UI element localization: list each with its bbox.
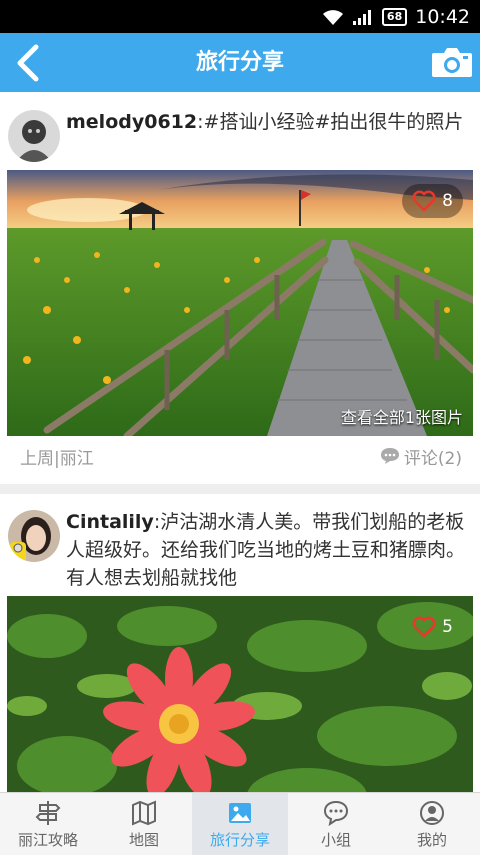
post-photo[interactable]: 8 查看全部1张图片 bbox=[7, 170, 473, 436]
wifi-icon bbox=[322, 9, 343, 25]
app-bar: 旅行分享 bbox=[0, 33, 480, 92]
user-profile-icon bbox=[420, 800, 444, 825]
post-photo[interactable]: 5 bbox=[7, 596, 473, 792]
signal-icon bbox=[352, 9, 371, 25]
tab-label: 地图 bbox=[128, 830, 159, 849]
post-card[interactable]: Cintalily:泸沽湖水清人美。带我们划船的老板人超级好。还给我们吃当地的烤… bbox=[0, 494, 480, 792]
like-count: 5 bbox=[442, 617, 453, 637]
tab-label: 我的 bbox=[416, 830, 447, 849]
feed[interactable]: melody0612:#搭讪小经验#拍出很牛的照片 8 查看全部1张图片 上周|… bbox=[0, 92, 480, 792]
heart-icon bbox=[412, 190, 436, 212]
status-bar: 68 10:42 bbox=[0, 0, 480, 33]
post-text: melody0612:#搭讪小经验#拍出很牛的照片 bbox=[66, 108, 466, 136]
view-all-photos-link[interactable]: 查看全部1张图片 bbox=[341, 404, 463, 428]
bottom-tab-bar: 丽江攻略 地图 旅行分享 小组 我的 bbox=[0, 792, 480, 855]
comment-bubble-icon bbox=[380, 448, 399, 464]
post-time-location: 上周|丽江 bbox=[20, 448, 94, 469]
tab-group[interactable]: 小组 bbox=[288, 793, 384, 855]
tab-travel-share[interactable]: 旅行分享 bbox=[192, 793, 288, 855]
tab-me[interactable]: 我的 bbox=[384, 793, 480, 855]
like-button[interactable]: 5 bbox=[402, 610, 463, 644]
avatar[interactable] bbox=[8, 110, 60, 162]
tab-label: 丽江攻略 bbox=[17, 830, 78, 849]
camera-icon[interactable] bbox=[430, 45, 474, 79]
like-count: 8 bbox=[442, 191, 453, 211]
username[interactable]: melody0612 bbox=[66, 111, 197, 133]
clock: 10:42 bbox=[415, 5, 470, 28]
photo-icon bbox=[229, 802, 251, 823]
page-title: 旅行分享 bbox=[195, 50, 284, 75]
tab-map[interactable]: 地图 bbox=[96, 793, 192, 855]
username[interactable]: Cintalily bbox=[66, 511, 154, 533]
like-button[interactable]: 8 bbox=[402, 184, 463, 218]
heart-icon bbox=[412, 616, 436, 638]
battery-level: 68 bbox=[381, 7, 408, 26]
chat-bubble-icon bbox=[323, 800, 349, 826]
signpost-icon bbox=[35, 800, 61, 825]
post-card[interactable]: melody0612:#搭讪小经验#拍出很牛的照片 8 查看全部1张图片 上周|… bbox=[0, 92, 480, 484]
post-content: :#搭讪小经验#拍出很牛的照片 bbox=[197, 111, 464, 133]
avatar[interactable] bbox=[8, 510, 60, 562]
post-text: Cintalily:泸沽湖水清人美。带我们划船的老板人超级好。还给我们吃当地的烤… bbox=[66, 508, 466, 592]
post-meta: 上周|丽江 评论(2) bbox=[20, 436, 462, 476]
tab-lijiang-guide[interactable]: 丽江攻略 bbox=[0, 793, 96, 855]
comment-count: 评论(2) bbox=[403, 448, 462, 469]
tab-label: 小组 bbox=[320, 830, 351, 849]
tab-label: 旅行分享 bbox=[209, 830, 270, 849]
map-icon bbox=[132, 799, 156, 826]
comment-button[interactable]: 评论(2) bbox=[380, 444, 462, 469]
